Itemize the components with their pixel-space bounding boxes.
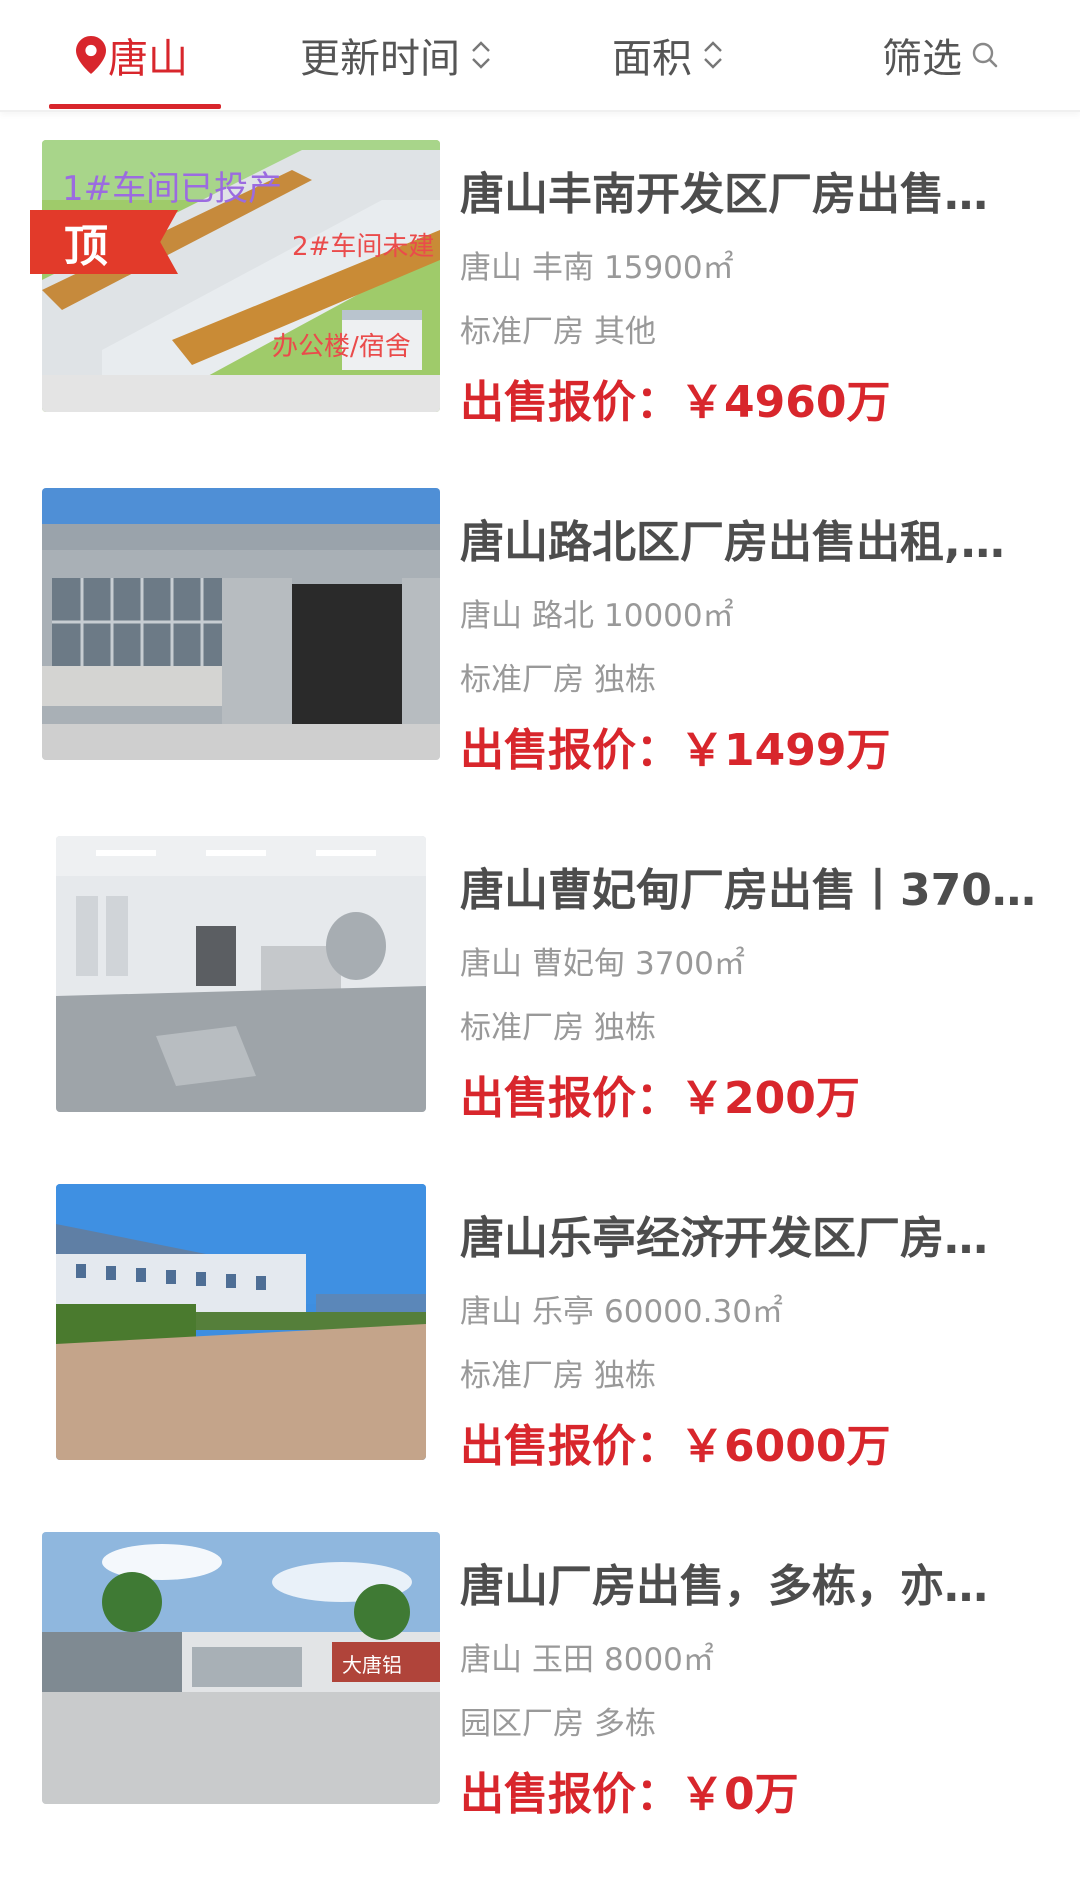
listing-area: 8000㎡ bbox=[604, 1642, 714, 1678]
listing-title[interactable]: 唐山丰南开发区厂房出售… bbox=[460, 158, 1040, 222]
listing-structure: 其他 bbox=[594, 314, 656, 350]
listing-price: 出售报价：￥200万 bbox=[460, 1062, 860, 1126]
price-value: ￥4960万 bbox=[680, 377, 891, 428]
listing-structure: 独栋 bbox=[594, 662, 656, 698]
listing-tags: 标准厂房 独栋 bbox=[460, 1002, 656, 1047]
listing-district: 玉田 bbox=[532, 1642, 594, 1678]
price-label: 出售报价： bbox=[460, 725, 680, 776]
listing-price: 出售报价：￥6000万 bbox=[460, 1410, 890, 1474]
listing-city: 唐山 bbox=[460, 946, 522, 982]
listing-card[interactable]: 1#车间已投产 2#车间未建 办公楼/宿舍 顶 唐山丰南开发区厂房出售… 唐山丰… bbox=[0, 140, 1080, 430]
top-badge-label: 顶 bbox=[64, 221, 108, 272]
listing-photo[interactable] bbox=[42, 488, 440, 760]
listing-price: 出售报价：￥4960万 bbox=[460, 366, 890, 430]
listing-card[interactable]: 唐山路北区厂房出售出租,… 唐山 路北 10000㎡ 标准厂房 独栋 出售报价：￥14… bbox=[0, 488, 1080, 778]
price-label: 出售报价： bbox=[460, 377, 680, 428]
listing-tags: 标准厂房 独栋 bbox=[460, 1350, 656, 1395]
listing-city: 唐山 bbox=[460, 598, 522, 634]
price-label: 出售报价： bbox=[460, 1421, 680, 1472]
listing-card[interactable]: 大唐铝 唐山厂房出售，多栋，亦… 唐山 玉田 8000㎡ 园区厂房 多栋 出售报价：￥… bbox=[0, 1532, 1080, 1822]
listing-city: 唐山 bbox=[460, 250, 522, 286]
listing-district: 曹妃甸 bbox=[532, 946, 625, 982]
listing-area: 3700㎡ bbox=[635, 946, 745, 982]
sort-arrows-icon bbox=[702, 35, 724, 75]
listing-structure: 多栋 bbox=[594, 1706, 656, 1742]
listing-structure: 独栋 bbox=[594, 1358, 656, 1394]
listing-location: 唐山 曹妃甸 3700㎡ bbox=[460, 938, 745, 983]
listing-title[interactable]: 唐山乐亭经济开发区厂房… bbox=[460, 1202, 1040, 1266]
price-value: ￥0万 bbox=[680, 1769, 799, 1820]
listing-location: 唐山 丰南 15900㎡ bbox=[460, 242, 734, 287]
search-icon bbox=[970, 40, 1000, 70]
price-value: ￥200万 bbox=[680, 1073, 860, 1124]
listing-type: 标准厂房 bbox=[460, 314, 584, 350]
listing-photo[interactable]: 1#车间已投产 2#车间未建 办公楼/宿舍 bbox=[42, 140, 440, 412]
sort-by-update-time[interactable]: 更新时间 bbox=[300, 0, 492, 110]
listing-district: 路北 bbox=[532, 598, 594, 634]
listing-price: 出售报价：￥1499万 bbox=[460, 714, 890, 778]
listing-city: 唐山 bbox=[460, 1642, 522, 1678]
filter-bar: 唐山 更新时间 面积 筛选 bbox=[0, 0, 1080, 112]
listing-photo[interactable] bbox=[56, 1184, 426, 1460]
listing-tags: 标准厂房 独栋 bbox=[460, 654, 656, 699]
listing-type: 园区厂房 bbox=[460, 1706, 584, 1742]
listing-type: 标准厂房 bbox=[460, 1358, 584, 1394]
listing-type: 标准厂房 bbox=[460, 1010, 584, 1046]
listing-tags: 园区厂房 多栋 bbox=[460, 1698, 656, 1743]
active-tab-indicator bbox=[49, 104, 221, 109]
listing-location: 唐山 玉田 8000㎡ bbox=[460, 1634, 714, 1679]
listing-title[interactable]: 唐山路北区厂房出售出租,… bbox=[460, 506, 1040, 570]
listing-structure: 独栋 bbox=[594, 1010, 656, 1046]
svg-text:大唐铝: 大唐铝 bbox=[342, 1653, 402, 1677]
listing-price: 出售报价：￥0万 bbox=[460, 1758, 799, 1822]
listing-card[interactable]: 唐山乐亭经济开发区厂房… 唐山 乐亭 60000.30㎡ 标准厂房 独栋 出售报价：￥… bbox=[0, 1184, 1080, 1474]
listing-area: 10000㎡ bbox=[604, 598, 734, 634]
svg-text:办公楼/宿舍: 办公楼/宿舍 bbox=[272, 332, 411, 362]
price-value: ￥1499万 bbox=[680, 725, 891, 776]
price-label: 出售报价： bbox=[460, 1073, 680, 1124]
listing-district: 乐亭 bbox=[532, 1294, 594, 1330]
listing-type: 标准厂房 bbox=[460, 662, 584, 698]
location-pin-icon bbox=[74, 35, 108, 75]
svg-text:2#车间未建: 2#车间未建 bbox=[292, 232, 434, 262]
listing-district: 丰南 bbox=[532, 250, 594, 286]
price-label: 出售报价： bbox=[460, 1769, 680, 1820]
listing-city: 唐山 bbox=[460, 1294, 522, 1330]
listing-location: 唐山 乐亭 60000.30㎡ bbox=[460, 1286, 783, 1331]
filter-button[interactable]: 筛选 bbox=[882, 0, 1000, 110]
listing-title[interactable]: 唐山曹妃甸厂房出售丨370… bbox=[460, 854, 1040, 918]
listing-title[interactable]: 唐山厂房出售，多栋，亦… bbox=[460, 1550, 1040, 1614]
city-selector[interactable]: 唐山 bbox=[74, 0, 188, 110]
listing-photo[interactable] bbox=[56, 836, 426, 1112]
update-time-label: 更新时间 bbox=[300, 36, 460, 82]
listing-area: 15900㎡ bbox=[604, 250, 734, 286]
listing-tags: 标准厂房 其他 bbox=[460, 306, 656, 351]
top-pinned-badge: 顶 bbox=[30, 210, 178, 274]
svg-text:1#车间已投产: 1#车间已投产 bbox=[62, 169, 282, 209]
city-label: 唐山 bbox=[108, 36, 188, 82]
listing-location: 唐山 路北 10000㎡ bbox=[460, 590, 734, 635]
filter-label: 筛选 bbox=[882, 36, 962, 82]
sort-by-area[interactable]: 面积 bbox=[612, 0, 724, 110]
listing-area: 60000.30㎡ bbox=[604, 1294, 783, 1330]
price-value: ￥6000万 bbox=[680, 1421, 891, 1472]
listing-photo[interactable]: 大唐铝 bbox=[42, 1532, 440, 1804]
sort-arrows-icon bbox=[470, 35, 492, 75]
area-label: 面积 bbox=[612, 36, 692, 82]
listing-card[interactable]: 唐山曹妃甸厂房出售丨370… 唐山 曹妃甸 3700㎡ 标准厂房 独栋 出售报价：￥2… bbox=[0, 836, 1080, 1126]
